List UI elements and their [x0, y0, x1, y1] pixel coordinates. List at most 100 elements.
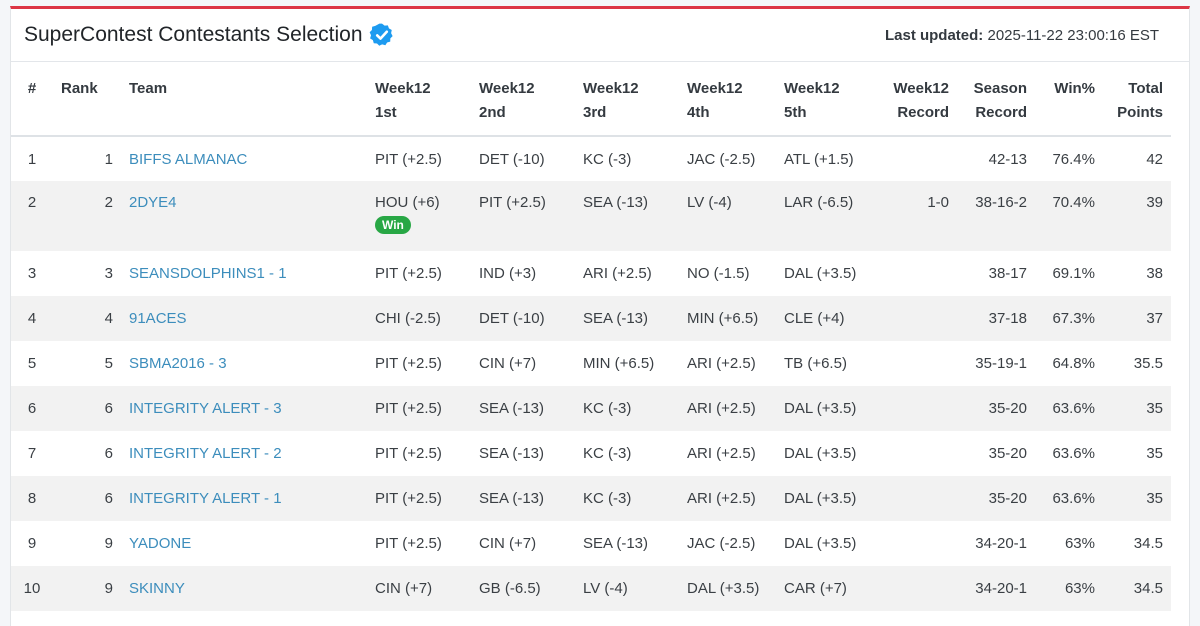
- pick-4-cell-text: NO (-1.5): [687, 265, 750, 282]
- team-link[interactable]: SEANSDOLPHINS1 - 1: [129, 265, 287, 282]
- pick-2-cell: SEA (-13): [471, 386, 575, 431]
- pick-2-cell: SEA (-13): [471, 431, 575, 476]
- table-header-row: # Rank Team Week12 1st Week12 2nd Week12 3rd Week…: [11, 62, 1171, 137]
- team-link[interactable]: 2DYE4: [129, 194, 177, 211]
- win-pct-cell-text: 67.3%: [1052, 310, 1095, 327]
- column-header-week12-4th[interactable]: Week12 4th: [679, 62, 776, 137]
- pick-1-cell: PIT (+2.5): [367, 476, 471, 521]
- team-link[interactable]: YADONE: [129, 535, 191, 552]
- total-points-cell: 35: [1103, 431, 1171, 476]
- column-header-team[interactable]: Team: [121, 62, 367, 137]
- rank-cell-text: 3: [104, 265, 113, 282]
- pick-4-cell-text: LV (-4): [687, 194, 732, 211]
- column-header-line2: 4th: [687, 104, 710, 121]
- win-pct-cell: 63%: [1035, 521, 1103, 566]
- pick-5-cell: DAL (+3.5): [776, 431, 870, 476]
- week-record-cell: [870, 251, 957, 296]
- pick-3-cell: SEA (-13): [575, 521, 679, 566]
- row-number: 10: [11, 566, 53, 611]
- column-header-line2: Points: [1117, 104, 1163, 121]
- column-header-week12-2nd[interactable]: Week12 2nd: [471, 62, 575, 137]
- season-record-cell-text: 35-20: [988, 490, 1027, 507]
- column-header-week12-3rd[interactable]: Week12 3rd: [575, 62, 679, 137]
- table-row: 10 9 SKINNY CIN (+7) GB (-6.5) LV (-4) DAL (+3…: [11, 566, 1171, 611]
- total-points-cell-text: 37: [1146, 310, 1163, 327]
- column-header-win-pct[interactable]: Win%: [1035, 62, 1103, 137]
- season-record-cell-text: 35-20: [988, 445, 1027, 462]
- column-header-line2: 3rd: [583, 104, 607, 121]
- team-link[interactable]: SBMA2016 - 3: [129, 355, 227, 372]
- pick-1-cell: PIT (+2.5): [367, 341, 471, 386]
- row-number-text: 5: [27, 355, 37, 372]
- total-points-cell-text: 35.5: [1133, 355, 1163, 372]
- team-link[interactable]: SKINNY: [129, 580, 185, 597]
- rank-cell: 3: [53, 251, 121, 296]
- pick-2-cell-text: GB (-6.5): [479, 580, 541, 597]
- column-header-num[interactable]: #: [11, 62, 53, 137]
- pick-5-cell-text: DAL (+3.5): [784, 445, 857, 462]
- rank-cell-text: 9: [104, 580, 113, 597]
- page-title: SuperContest Contestants Selection: [24, 23, 363, 46]
- team-cell: SBMA2016 - 3: [121, 341, 367, 386]
- pick-3-cell: SEA (-13): [575, 181, 679, 251]
- column-header-week12-5th[interactable]: Week12 5th: [776, 62, 870, 137]
- team-link[interactable]: 91ACES: [129, 310, 187, 327]
- pick-3-cell: KC (-3): [575, 386, 679, 431]
- pick-1-cell-text: PIT (+2.5): [375, 400, 442, 417]
- team-link[interactable]: INTEGRITY ALERT - 3: [129, 400, 282, 417]
- week-record-cell: [870, 476, 957, 521]
- total-points-cell: 37: [1103, 296, 1171, 341]
- pick-5-cell: ATL (+1.5): [776, 136, 870, 181]
- table-row: 8 6 INTEGRITY ALERT - 1 PIT (+2.5) SEA (-13)…: [11, 476, 1171, 521]
- table-row: 6 6 INTEGRITY ALERT - 3 PIT (+2.5) SEA (-13)…: [11, 386, 1171, 431]
- pick-2-cell-text: SEA (-13): [479, 490, 545, 507]
- table-row: 4 4 91ACES CHI (-2.5) DET (-10) SEA (-13) MIN …: [11, 296, 1171, 341]
- week-record-cell: [870, 431, 957, 476]
- season-record-cell: 34-20-1: [957, 566, 1035, 611]
- pick-5-cell-text: TB (+6.5): [784, 355, 847, 372]
- contestants-card: SuperContest Contestants Selection Last …: [10, 6, 1190, 626]
- pick-3-cell-text: LV (-4): [583, 580, 628, 597]
- pick-3-cell: SEA (-13): [575, 296, 679, 341]
- win-pct-cell-text: 63%: [1064, 580, 1095, 597]
- team-link[interactable]: INTEGRITY ALERT - 2: [129, 445, 282, 462]
- season-record-cell-text: 42-13: [988, 150, 1027, 168]
- team-cell: YADONE: [121, 521, 367, 566]
- pick-1-cell-text: CIN (+7): [375, 580, 433, 597]
- column-header-week12-record[interactable]: Week12 Record: [870, 62, 957, 137]
- column-header-season-record[interactable]: Season Record: [957, 62, 1035, 137]
- rank-cell: 6: [53, 386, 121, 431]
- team-link[interactable]: INTEGRITY ALERT - 1: [129, 490, 282, 507]
- table-row: 3 3 SEANSDOLPHINS1 - 1 PIT (+2.5) IND (+3) AR…: [11, 251, 1171, 296]
- rank-cell: 5: [53, 341, 121, 386]
- column-header-total-points[interactable]: Total Points: [1103, 62, 1171, 137]
- pick-5-cell: DAL (+3.5): [776, 386, 870, 431]
- team-link[interactable]: BIFFS ALMANAC: [129, 151, 247, 168]
- season-record-cell-text: 34-20-1: [975, 535, 1027, 552]
- pick-2-cell-text: CIN (+7): [479, 535, 537, 552]
- pick-3-cell-text: KC (-3): [583, 490, 632, 507]
- total-points-cell: 35.5: [1103, 341, 1171, 386]
- column-header-line2: 1st: [375, 104, 397, 121]
- pick-4-cell: DAL (+3.5): [679, 566, 776, 611]
- row-number: 4: [11, 296, 53, 341]
- pick-1-cell-text: PIT (+2.5): [375, 535, 442, 552]
- row-number: 1: [11, 136, 53, 181]
- pick-1-cell-text: PIT (+2.5): [375, 445, 442, 462]
- pick-1-cell: PIT (+2.5): [367, 431, 471, 476]
- win-pct-cell-text: 63.6%: [1052, 445, 1095, 462]
- pick-4-cell: ARI (+2.5): [679, 431, 776, 476]
- row-number-text: 4: [27, 310, 37, 327]
- column-header-rank[interactable]: Rank: [53, 62, 121, 137]
- pick-5-cell: DAL (+3.5): [776, 521, 870, 566]
- rank-cell-text: 1: [104, 150, 113, 168]
- week-record-cell: [870, 386, 957, 431]
- win-pct-cell-text: 70.4%: [1052, 194, 1095, 211]
- pick-4-cell: ARI (+2.5): [679, 341, 776, 386]
- pick-5-cell-text: CAR (+7): [784, 580, 847, 597]
- pick-4-cell-text: DAL (+3.5): [687, 580, 760, 597]
- rank-cell-text: 4: [104, 310, 113, 327]
- week-record-cell: [870, 566, 957, 611]
- column-header-week12-1st[interactable]: Week12 1st: [367, 62, 471, 137]
- row-number-text: 10: [23, 580, 41, 597]
